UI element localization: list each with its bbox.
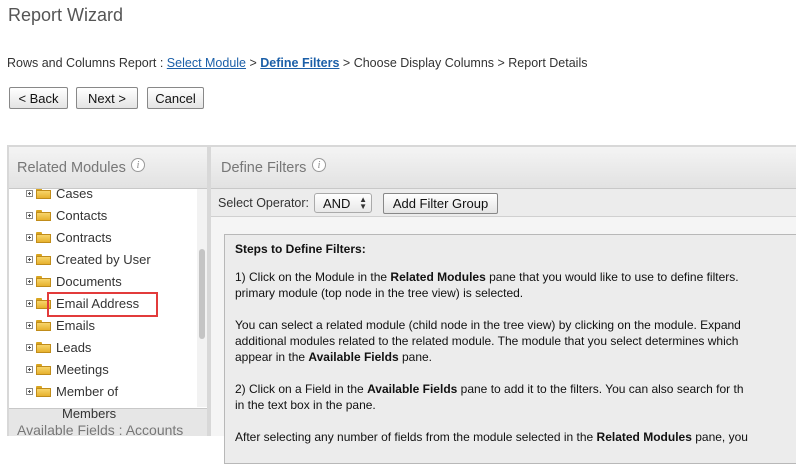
next-button[interactable]: Next > — [76, 87, 138, 109]
breadcrumb-separator: > — [246, 56, 261, 70]
operator-select-value: AND — [323, 195, 351, 211]
define-filters-header: Define Filters i — [211, 147, 796, 189]
steps-heading: Steps to Define Filters: — [235, 242, 366, 256]
breadcrumb-prefix: Rows and Columns Report : — [7, 56, 167, 70]
step-2-text: 2) Click on a Field in the Available Fie… — [235, 382, 744, 412]
breadcrumb: Rows and Columns Report : Select Module … — [7, 56, 587, 70]
folder-icon — [36, 341, 51, 353]
select-operator-label: Select Operator: — [218, 196, 310, 210]
tree-item-emails[interactable]: Emails — [26, 315, 95, 335]
expand-icon[interactable] — [26, 321, 33, 329]
tree-item-member-of[interactable]: Member of — [26, 381, 118, 401]
scrollbar-thumb[interactable] — [199, 249, 205, 339]
folder-icon — [36, 275, 51, 287]
related-modules-title: Related Modules — [17, 160, 126, 176]
breadcrumb-select-module-link[interactable]: Select Module — [167, 56, 246, 70]
step-2-detail-text: After selecting any number of fields fro… — [235, 430, 748, 444]
tree-item-contacts[interactable]: Contacts — [26, 205, 107, 225]
define-filters-title: Define Filters — [221, 160, 307, 176]
step-1-detail-text: You can select a related module (child n… — [235, 318, 741, 364]
folder-icon — [36, 209, 51, 221]
tree-item-contracts[interactable]: Contracts — [26, 227, 112, 247]
step-1-text: 1) Click on the Module in the Related Mo… — [235, 270, 739, 300]
cancel-button[interactable]: Cancel — [147, 87, 204, 109]
expand-icon[interactable] — [26, 365, 33, 373]
add-filter-group-button[interactable]: Add Filter Group — [383, 193, 498, 214]
folder-icon — [36, 363, 51, 375]
info-icon[interactable]: i — [312, 158, 326, 172]
expand-icon[interactable] — [26, 343, 33, 351]
tree-item-documents[interactable]: Documents — [26, 271, 122, 291]
expand-icon[interactable] — [26, 299, 33, 307]
tree-item-created-by-user[interactable]: Created by User — [26, 249, 151, 269]
expand-icon[interactable] — [26, 255, 33, 263]
expand-icon[interactable] — [26, 277, 33, 285]
expand-icon[interactable] — [26, 387, 33, 395]
folder-icon — [36, 189, 51, 199]
info-icon[interactable]: i — [131, 158, 145, 172]
tree-item-members[interactable]: Members — [62, 406, 116, 421]
tree-scrollbar[interactable] — [197, 189, 207, 407]
folder-icon — [36, 385, 51, 397]
operator-select[interactable]: AND ▲ ▼ — [314, 193, 372, 213]
filter-toolbar: Select Operator: AND ▲ ▼ Add Filter Group — [211, 189, 796, 217]
expand-icon[interactable] — [26, 233, 33, 241]
expand-icon[interactable] — [26, 211, 33, 219]
related-modules-header: Related Modules i — [9, 147, 207, 189]
tree-item-meetings[interactable]: Meetings — [26, 359, 109, 379]
folder-icon — [36, 319, 51, 331]
page-title: Report Wizard — [8, 5, 124, 25]
folder-icon — [36, 253, 51, 265]
breadcrumb-define-filters-link[interactable]: Define Filters — [260, 56, 339, 70]
tree-item-cases[interactable]: Cases — [26, 189, 93, 203]
define-filters-panel: Define Filters i Select Operator: AND ▲ ▼… — [211, 147, 796, 464]
filters-content-area: Steps to Define Filters: 1) Click on the… — [211, 217, 796, 464]
breadcrumb-remaining-steps: > Choose Display Columns > Report Detail… — [339, 56, 588, 70]
steps-instructions-box: Steps to Define Filters: 1) Click on the… — [224, 234, 796, 464]
email-address-highlight — [47, 292, 158, 317]
select-arrows-icon: ▲ ▼ — [359, 195, 367, 211]
tree-item-leads[interactable]: Leads — [26, 337, 91, 357]
folder-icon — [36, 231, 51, 243]
back-button[interactable]: < Back — [9, 87, 68, 109]
expand-icon[interactable] — [26, 189, 33, 197]
